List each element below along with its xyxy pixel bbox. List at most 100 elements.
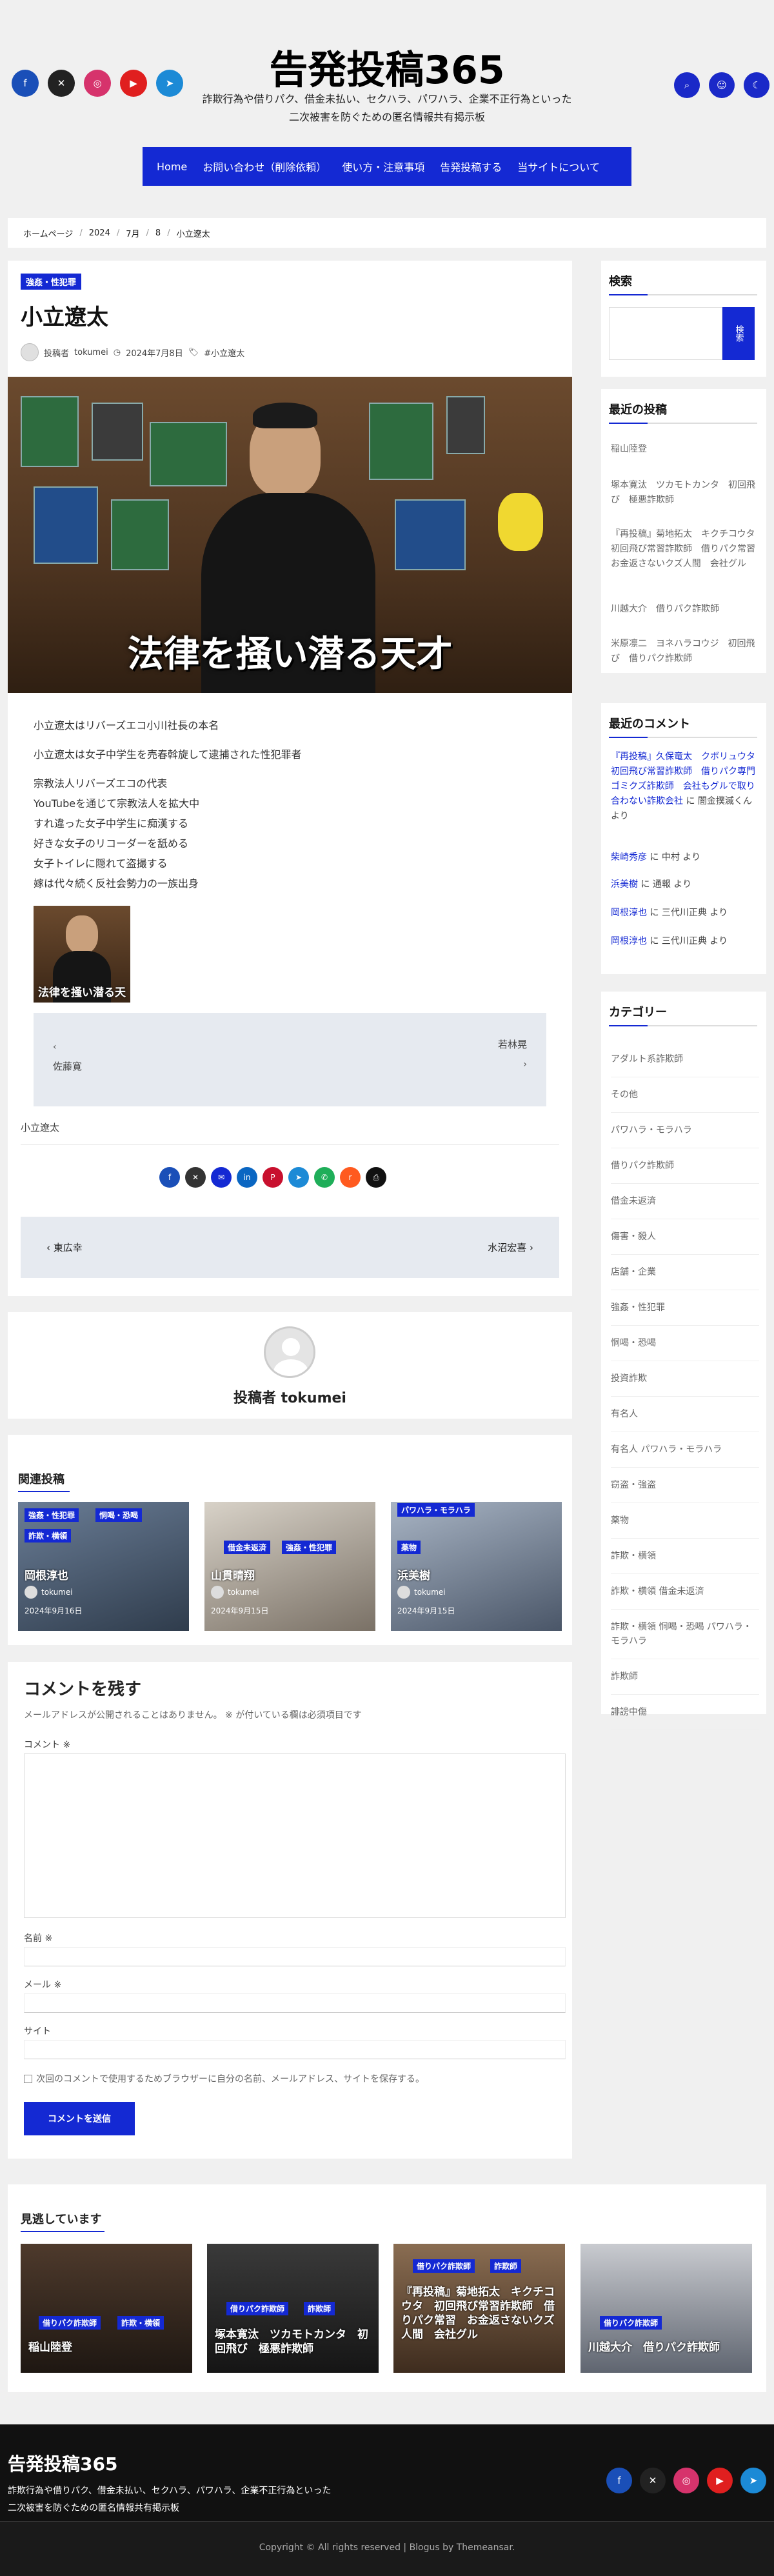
facebook-share-icon[interactable]: f xyxy=(159,1167,180,1188)
trending-title[interactable]: 稲山陸登 xyxy=(28,2341,72,2355)
related-date[interactable]: 2024年9月15日 xyxy=(211,1605,268,1616)
category-badge[interactable]: 強姦・性犯罪 xyxy=(25,1508,79,1522)
recent-post-link[interactable]: 川越大介 借りパク詐欺師 xyxy=(611,602,756,617)
trending-card[interactable]: 借りパク詐欺師 詐欺師 塚本寛汰 ツカモトカンタ 初回飛び 極悪詐欺師 xyxy=(207,2244,379,2373)
related-title[interactable]: 浜美樹 xyxy=(397,1566,430,1583)
category-link[interactable]: 借りパク詐欺師 xyxy=(611,1148,759,1184)
print-share-icon[interactable]: ⎙ xyxy=(366,1167,386,1188)
related-author[interactable]: tokumei xyxy=(211,1586,259,1599)
recent-post-link[interactable]: 稲山陸登 xyxy=(611,442,756,457)
search-button[interactable]: 検索 xyxy=(722,307,755,360)
category-link[interactable]: その他 xyxy=(611,1077,759,1113)
comment-post-link[interactable]: 岡根淳也 xyxy=(611,936,647,946)
linkedin-share-icon[interactable]: in xyxy=(237,1167,257,1188)
related-title[interactable]: 山貫晴翔 xyxy=(211,1566,255,1583)
category-link[interactable]: 強姦・性犯罪 xyxy=(611,1290,759,1326)
submit-comment-button[interactable]: コメントを送信 xyxy=(24,2102,135,2135)
pinterest-share-icon[interactable]: P xyxy=(263,1167,283,1188)
footer-x-twitter-icon[interactable]: ✕ xyxy=(640,2468,666,2493)
previous-post-link[interactable]: ‹ 東広幸 xyxy=(46,1241,83,1254)
x-share-icon[interactable]: ✕ xyxy=(185,1167,206,1188)
recent-post-link[interactable]: 『再投稿』菊地拓太 キクチコウタ 初回飛び常習詐欺師 借りパク常習 お金返さない… xyxy=(611,527,764,572)
recent-post-link[interactable]: 塚本寛汰 ツカモトカンタ 初回飛び 極悪詐欺師 xyxy=(611,478,756,508)
site-title[interactable]: 告発投稿365 xyxy=(0,39,774,95)
category-badge[interactable]: 借りパク詐欺師 xyxy=(39,2316,101,2330)
category-link[interactable]: 有名人 パワハラ・モラハラ xyxy=(611,1432,759,1468)
whatsapp-share-icon[interactable]: ✆ xyxy=(314,1167,335,1188)
nav-about[interactable]: 当サイトについて xyxy=(510,159,608,174)
category-link[interactable]: 借金未返済 xyxy=(611,1184,759,1219)
post-inline-image[interactable]: 法律を掻い潜る天 xyxy=(34,906,130,1003)
related-date[interactable]: 2024年9月15日 xyxy=(397,1605,455,1616)
post-date[interactable]: 2024年7月8日 xyxy=(126,346,183,359)
author-avatar[interactable] xyxy=(21,343,39,361)
category-badge[interactable]: 詐欺・横領 xyxy=(117,2316,164,2330)
category-link[interactable]: 店舗・企業 xyxy=(611,1255,759,1290)
save-info-checkbox[interactable] xyxy=(24,2074,32,2083)
comment-post-link[interactable]: 岡根淳也 xyxy=(611,908,647,918)
category-badge[interactable]: パワハラ・モラハラ xyxy=(397,1503,475,1517)
trending-title[interactable]: 『再投稿』菊地拓太 キクチコウタ 初回飛び常習詐欺師 借りパク常習 お金返さない… xyxy=(401,2285,559,2342)
email-share-icon[interactable]: ✉ xyxy=(211,1167,232,1188)
category-badge[interactable]: 詐欺師 xyxy=(304,2302,335,2315)
next-post-link[interactable]: 若林晃 xyxy=(498,1037,527,1051)
related-title[interactable]: 岡根淳也 xyxy=(25,1566,68,1583)
nav-home[interactable]: Home xyxy=(149,161,195,173)
trending-title[interactable]: 川越大介 借りパク詐欺師 xyxy=(588,2341,720,2355)
post-tag-line[interactable]: 小立遼太 xyxy=(21,1121,59,1134)
comment-post-link[interactable]: 浜美樹 xyxy=(611,879,638,890)
category-badge[interactable]: 借りパク詐欺師 xyxy=(413,2259,475,2273)
category-badge[interactable]: 恫喝・恐喝 xyxy=(95,1508,143,1522)
email-field[interactable] xyxy=(24,1993,566,2013)
site-field[interactable] xyxy=(24,2040,566,2059)
category-link[interactable]: 薬物 xyxy=(611,1503,759,1539)
trending-card[interactable]: 借りパク詐欺師 詐欺師 『再投稿』菊地拓太 キクチコウタ 初回飛び常習詐欺師 借… xyxy=(393,2244,565,2373)
author-name[interactable]: 投稿者 tokumei xyxy=(8,1386,572,1407)
author-link[interactable]: tokumei xyxy=(74,348,108,357)
name-field[interactable] xyxy=(24,1947,566,1966)
post-category-badge[interactable]: 強姦・性犯罪 xyxy=(21,274,82,290)
reddit-share-icon[interactable]: r xyxy=(340,1167,361,1188)
category-badge[interactable]: 薬物 xyxy=(397,1541,421,1554)
post-tag[interactable]: #小立遼太 xyxy=(204,346,244,359)
breadcrumb-year[interactable]: 2024 xyxy=(89,228,110,238)
category-badge[interactable]: 借りパク詐欺師 xyxy=(600,2316,662,2330)
related-date[interactable]: 2024年9月16日 xyxy=(25,1605,82,1616)
comment-post-link[interactable]: 柴崎秀彦 xyxy=(611,852,647,863)
category-link[interactable]: 投資詐欺 xyxy=(611,1361,759,1397)
category-link[interactable]: 詐欺・横領 xyxy=(611,1539,759,1574)
category-badge[interactable]: 借金未返済 xyxy=(224,1541,271,1554)
category-link[interactable]: 詐欺師 xyxy=(611,1659,759,1695)
category-link[interactable]: 詐欺・横領 借金未返済 xyxy=(611,1574,759,1610)
telegram-share-icon[interactable]: ➤ xyxy=(288,1167,309,1188)
category-link[interactable]: 誹謗中傷 xyxy=(611,1695,759,1730)
breadcrumb-day[interactable]: 8 xyxy=(155,228,161,238)
footer-youtube-icon[interactable]: ▶ xyxy=(707,2468,733,2493)
related-card[interactable]: パワハラ・モラハラ 薬物 浜美樹 tokumei 2024年9月15日 xyxy=(391,1502,562,1631)
category-link[interactable]: パワハラ・モラハラ xyxy=(611,1113,759,1148)
related-card[interactable]: 強姦・性犯罪 恫喝・恐喝 詐欺・横領 岡根淳也 tokumei 2024年9月1… xyxy=(18,1502,189,1631)
trending-card[interactable]: 借りパク詐欺師 川越大介 借りパク詐欺師 xyxy=(580,2244,752,2373)
nav-contact[interactable]: お問い合わせ（削除依頼） xyxy=(195,159,334,174)
trending-card[interactable]: 借りパク詐欺師 詐欺・横領 稲山陸登 xyxy=(21,2244,192,2373)
user-icon[interactable]: ☺ xyxy=(709,72,735,98)
footer-facebook-icon[interactable]: f xyxy=(606,2468,632,2493)
next-post-link-bottom[interactable]: 水沼宏喜 › xyxy=(488,1241,533,1254)
related-card[interactable]: 借金未返済 強姦・性犯罪 山貫晴翔 tokumei 2024年9月15日 xyxy=(204,1502,375,1631)
trending-title[interactable]: 塚本寛汰 ツカモトカンタ 初回飛び 極悪詐欺師 xyxy=(215,2328,379,2356)
author-avatar-large[interactable] xyxy=(264,1326,315,1378)
related-author[interactable]: tokumei xyxy=(25,1586,73,1599)
footer-telegram-icon[interactable]: ➤ xyxy=(740,2468,766,2493)
footer-instagram-icon[interactable]: ◎ xyxy=(673,2468,699,2493)
related-author[interactable]: tokumei xyxy=(397,1586,446,1599)
nav-usage[interactable]: 使い方・注意事項 xyxy=(334,159,432,174)
category-link[interactable]: 恫喝・恐喝 xyxy=(611,1326,759,1361)
chevron-right-icon[interactable]: › xyxy=(523,1059,527,1070)
category-link[interactable]: 窃盗・強盗 xyxy=(611,1468,759,1503)
chevron-left-icon[interactable]: ‹ xyxy=(53,1042,57,1052)
category-badge[interactable]: 強姦・性犯罪 xyxy=(282,1541,337,1554)
search-icon[interactable]: ⌕ xyxy=(674,72,700,98)
breadcrumb-month[interactable]: 7月 xyxy=(126,227,139,239)
category-badge[interactable]: 詐欺・横領 xyxy=(25,1529,72,1543)
comment-textarea[interactable] xyxy=(24,1753,566,1918)
